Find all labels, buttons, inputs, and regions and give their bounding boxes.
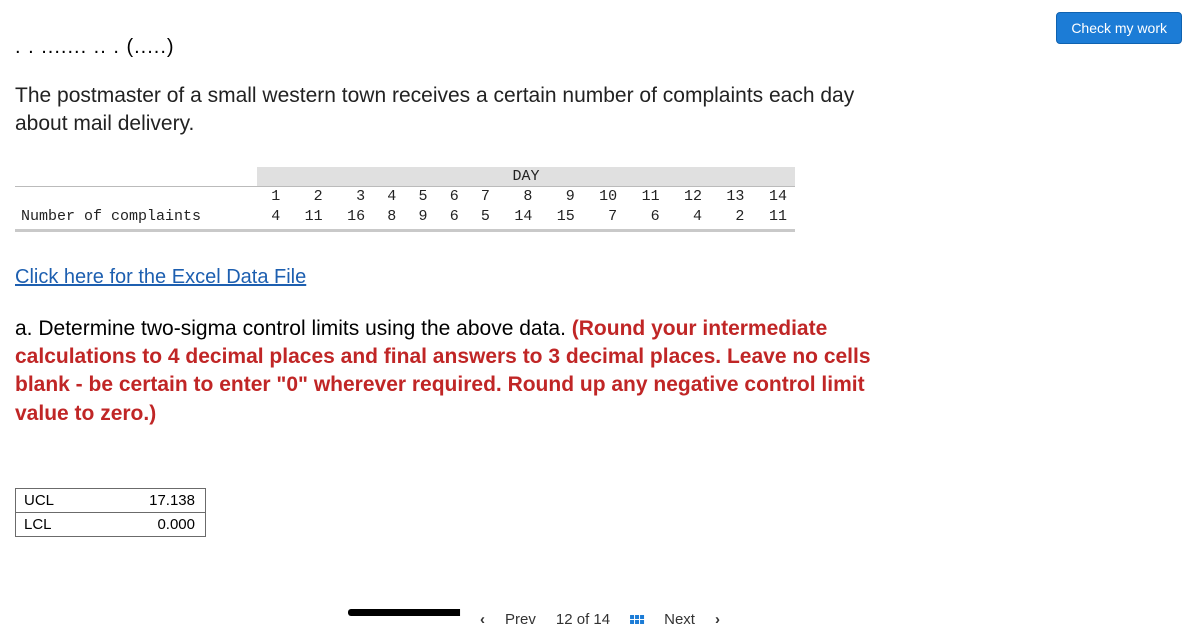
- question-a: a. Determine two-sigma control limits us…: [15, 315, 895, 428]
- check-my-work-button[interactable]: Check my work: [1056, 12, 1182, 44]
- chevron-left-icon[interactable]: ‹: [480, 611, 485, 628]
- lcl-label: LCL: [16, 513, 111, 537]
- day-numbers-row: 123 456 789 101112 1314: [15, 187, 795, 207]
- day-header: DAY: [257, 167, 795, 187]
- page-position: 12 of 14: [556, 611, 610, 628]
- prev-button[interactable]: Prev: [505, 611, 536, 628]
- lcl-input[interactable]: 0.000: [111, 513, 206, 537]
- grid-icon[interactable]: [630, 615, 644, 624]
- answer-table: UCL 17.138 LCL 0.000: [15, 488, 206, 537]
- ucl-label: UCL: [16, 489, 111, 513]
- problem-title-truncated: . . ....... .. . (.....): [15, 36, 175, 59]
- chevron-right-icon[interactable]: ›: [715, 611, 720, 628]
- excel-data-file-link[interactable]: Click here for the Excel Data File: [15, 266, 306, 289]
- pagination-bar: ‹ Prev 12 of 14 Next ›: [460, 609, 740, 628]
- data-table: DAY 123 456 789 101112 1314 Number of co…: [15, 167, 795, 232]
- question-lead: a. Determine two-sigma control limits us…: [15, 317, 572, 340]
- next-button[interactable]: Next: [664, 611, 695, 628]
- complaints-row: Number of complaints 41116 896 51415 764…: [15, 207, 795, 227]
- row-label: Number of complaints: [15, 207, 257, 227]
- problem-prompt: The postmaster of a small western town r…: [15, 82, 905, 139]
- ucl-input[interactable]: 17.138: [111, 489, 206, 513]
